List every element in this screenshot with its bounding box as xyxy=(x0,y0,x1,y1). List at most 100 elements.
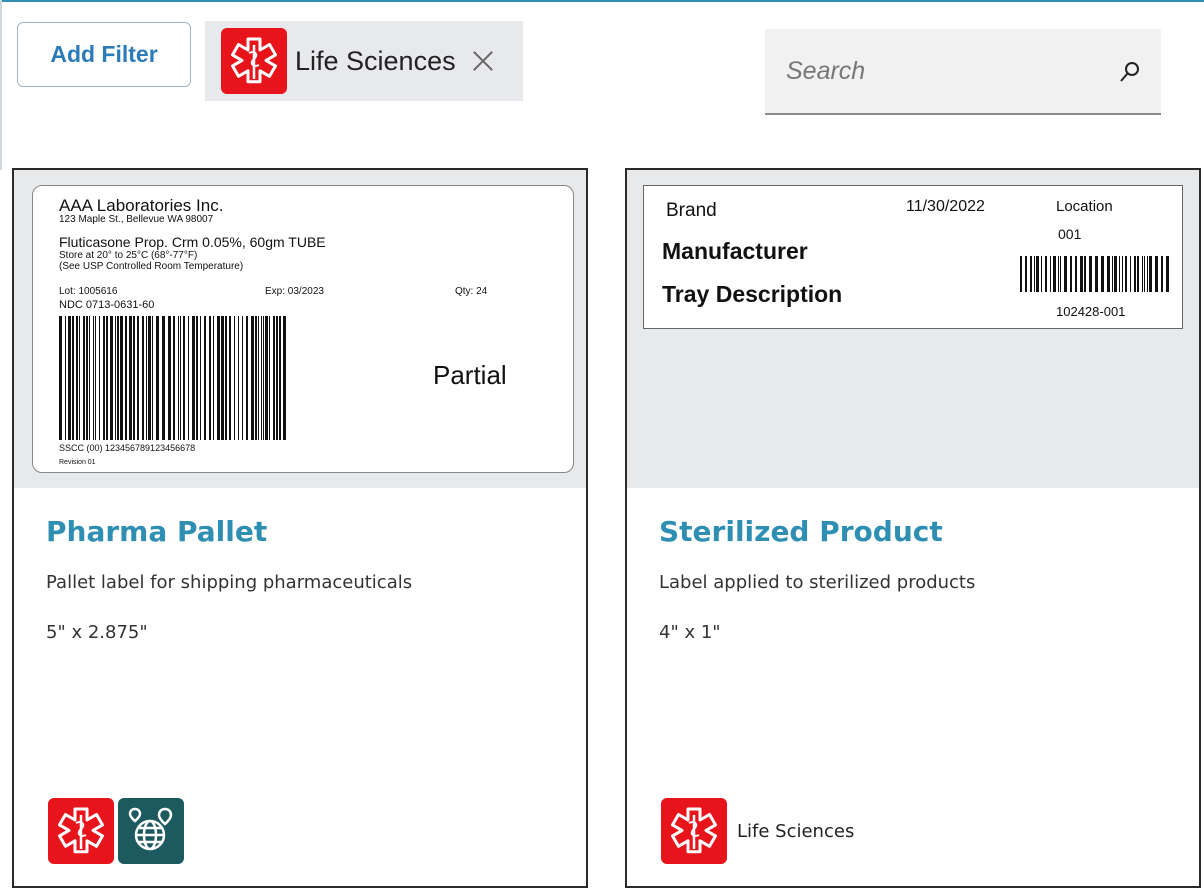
barcode-bar xyxy=(238,316,239,440)
barcode-bar xyxy=(65,316,66,440)
barcode-bar xyxy=(89,316,90,440)
barcode-bar xyxy=(204,316,206,440)
preview-barcode-text: 102428-001 xyxy=(1056,304,1126,319)
barcode-bar xyxy=(200,316,201,440)
barcode-bar xyxy=(1025,256,1027,292)
barcode-bar xyxy=(1030,256,1032,292)
preview-address: 123 Maple St., Bellevue WA 98007 xyxy=(59,214,214,225)
barcode-bar xyxy=(1050,256,1051,292)
barcode-bar xyxy=(137,316,139,440)
active-filter-chip: Life Sciences xyxy=(205,21,523,101)
label-preview: AAA Laboratories Inc. 123 Maple St., Bel… xyxy=(14,170,586,488)
card-description: Pallet label for shipping pharmaceutical… xyxy=(46,572,413,593)
barcode-bar xyxy=(192,316,195,440)
barcode-bar xyxy=(142,316,144,440)
template-card-sterilized-product[interactable]: Brand 11/30/2022 Location 001 Manufactur… xyxy=(625,168,1201,888)
preview-date: 11/30/2022 xyxy=(906,198,985,215)
barcode-bar xyxy=(168,316,171,440)
barcode-bar xyxy=(106,316,108,440)
barcode-bar xyxy=(1041,256,1042,292)
card-tags: Life Sciences xyxy=(661,798,854,864)
barcode-bar xyxy=(183,316,185,440)
barcode-bar xyxy=(180,316,181,440)
barcode-bar xyxy=(59,316,62,440)
barcode-bar xyxy=(178,316,179,440)
barcode-bar xyxy=(1084,256,1086,292)
barcode-bar xyxy=(1095,256,1098,292)
barcode-bar xyxy=(1045,256,1047,292)
barcode-bar xyxy=(99,316,100,440)
active-filter-label: Life Sciences xyxy=(295,45,456,76)
barcode-bar xyxy=(1144,256,1145,292)
tag-label: Life Sciences xyxy=(737,820,855,842)
barcode-bar xyxy=(1070,256,1072,292)
barcode-bar xyxy=(133,316,135,440)
preview-qty: Qty: 24 xyxy=(455,286,488,297)
barcode-bar xyxy=(234,316,235,440)
life-sciences-icon xyxy=(661,798,727,864)
card-title[interactable]: Pharma Pallet xyxy=(46,515,267,548)
barcode-bar xyxy=(1147,256,1148,292)
preview-sscc: SSCC (00) 123456789123456678 xyxy=(59,443,196,453)
barcode-bar xyxy=(76,316,78,440)
barcode-bar xyxy=(1064,256,1067,292)
barcode-bar xyxy=(221,316,224,440)
barcode-bar xyxy=(246,316,248,440)
barcode-bar xyxy=(261,316,262,440)
barcode-bar xyxy=(1053,256,1056,292)
barcode-bar xyxy=(1036,256,1039,292)
barcode-bar xyxy=(95,316,96,440)
barcode-bar xyxy=(242,316,243,440)
barcode-bar xyxy=(273,316,275,440)
barcode-bar xyxy=(103,316,105,440)
barcode-bar xyxy=(146,316,147,440)
search-icon[interactable] xyxy=(1119,60,1141,84)
card-tags xyxy=(48,798,184,864)
barcode-bar xyxy=(1137,256,1139,292)
barcode-bar xyxy=(1060,256,1061,292)
barcode xyxy=(1020,256,1169,292)
card-title[interactable]: Sterilized Product xyxy=(659,515,943,548)
search-input[interactable] xyxy=(786,56,1106,86)
barcode-bar xyxy=(276,316,278,440)
pharma-pallet-label-image: AAA Laboratories Inc. 123 Maple St., Bel… xyxy=(32,185,574,473)
barcode-bar xyxy=(79,316,80,440)
preview-product: Fluticasone Prop. Crm 0.05%, 60gm TUBE xyxy=(59,234,326,250)
left-border xyxy=(0,0,2,170)
add-filter-button[interactable]: Add Filter xyxy=(17,22,191,87)
barcode-bar xyxy=(148,316,151,440)
barcode-bar xyxy=(1089,256,1092,292)
preview-tray: Tray Description xyxy=(662,281,843,307)
preview-storage: Store at 20° to 25°C (68°-77°F) xyxy=(59,250,198,261)
barcode-bar xyxy=(217,316,220,440)
barcode-bar xyxy=(263,316,264,440)
template-card-pharma-pallet[interactable]: AAA Laboratories Inc. 123 Maple St., Bel… xyxy=(12,168,588,888)
barcode-bar xyxy=(1058,256,1059,292)
barcode-bar xyxy=(1161,256,1163,292)
barcode-bar xyxy=(125,316,127,440)
global-logistics-icon xyxy=(118,798,184,864)
label-preview: Brand 11/30/2022 Location 001 Manufactur… xyxy=(627,170,1199,488)
barcode-bar xyxy=(269,316,270,440)
barcode-bar xyxy=(117,316,119,440)
barcode-bar xyxy=(213,316,214,440)
preview-location-value: 001 xyxy=(1058,226,1082,242)
life-sciences-icon xyxy=(48,798,114,864)
barcode-bar xyxy=(209,316,211,440)
barcode-bar xyxy=(83,316,85,440)
close-icon[interactable] xyxy=(470,48,496,74)
barcode-bar xyxy=(1112,256,1113,292)
barcode xyxy=(59,316,286,440)
barcode-bar xyxy=(1130,256,1131,292)
barcode-bar xyxy=(93,316,94,440)
barcode-bar xyxy=(255,316,257,440)
barcode-bar xyxy=(156,316,159,440)
barcode-bar xyxy=(1119,256,1120,292)
barcode-bar xyxy=(1107,256,1110,292)
barcode-bar xyxy=(283,316,286,440)
barcode-bar xyxy=(1122,256,1123,292)
barcode-bar xyxy=(196,316,198,440)
barcode-bar xyxy=(120,316,123,440)
barcode-bar xyxy=(279,316,281,440)
top-border xyxy=(0,0,1204,2)
